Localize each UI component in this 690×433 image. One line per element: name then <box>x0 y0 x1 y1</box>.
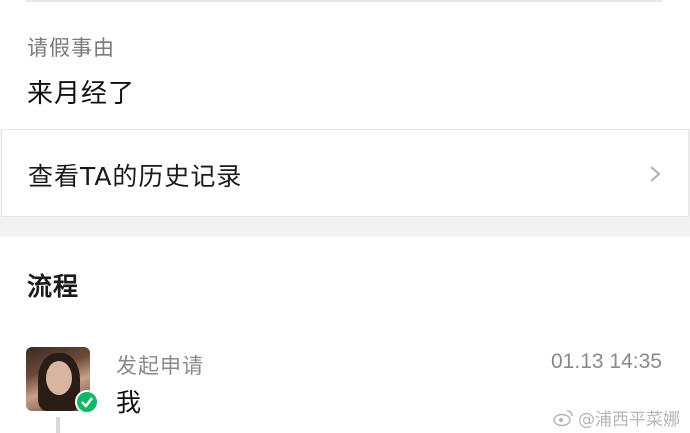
watermark-text: @浦西平菜娜 <box>578 410 680 430</box>
watermark: @浦西平菜娜 <box>552 405 680 430</box>
process-title: 流程 <box>27 272 80 301</box>
step-time: 01.13 14:35 <box>551 350 662 373</box>
reason-label: 请假事由 <box>27 36 115 60</box>
view-history-label: 查看TA的历史记录 <box>28 162 243 191</box>
reason-value: 来月经了 <box>27 79 136 109</box>
view-history-row[interactable]: 查看TA的历史记录 <box>1 129 689 217</box>
step-user: 我 <box>116 388 142 417</box>
check-badge-icon <box>75 390 99 414</box>
step-title: 发起申请 <box>116 354 204 378</box>
process-card: 流程 发起申请 我 01.13 14:35 <box>0 237 690 433</box>
chevron-right-icon <box>650 166 661 182</box>
leave-reason-card: 请假事由 来月经了 <box>0 0 690 129</box>
timeline-connector <box>56 417 60 433</box>
weibo-icon <box>553 409 573 426</box>
avatar-face <box>46 361 72 395</box>
divider <box>26 0 662 2</box>
